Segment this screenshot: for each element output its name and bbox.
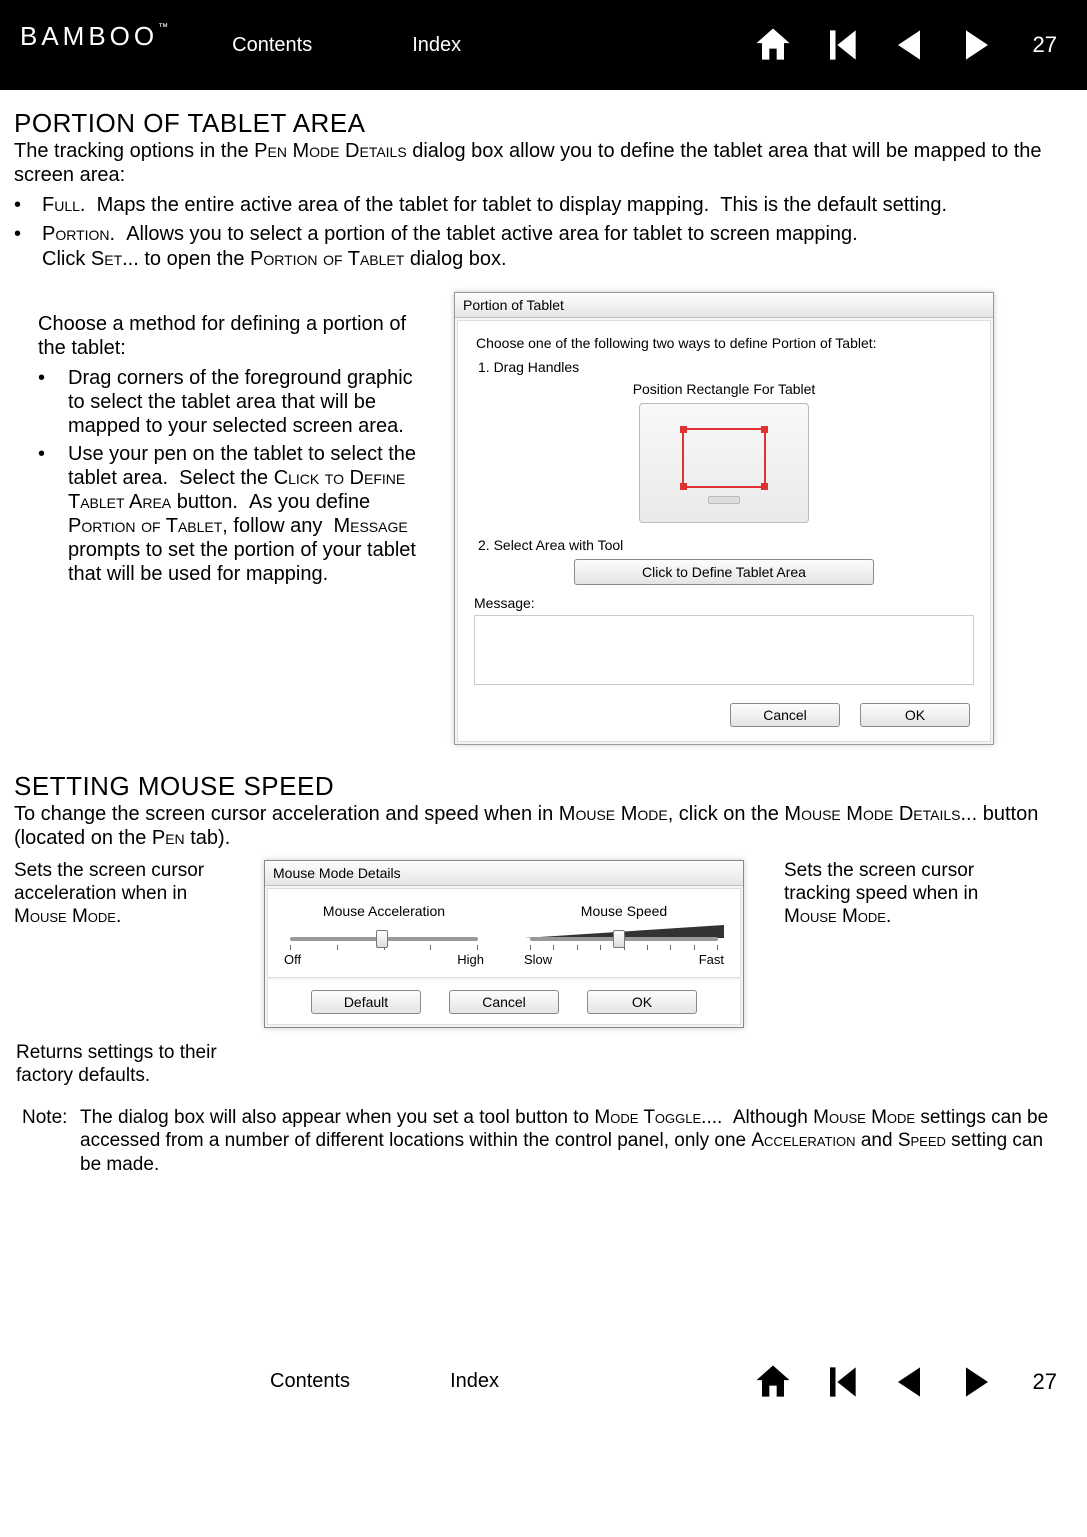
next-page-icon[interactable] [955,23,999,67]
speed-label: Mouse Speed [524,903,724,919]
logo: BAMBOO™ ONE [20,23,172,68]
accel-slider-block: Mouse Acceleration Off High [284,903,484,967]
prev-page-icon[interactable] [887,23,931,67]
dialog2-cancel-button[interactable]: Cancel [449,990,559,1014]
section2-title: SETTING MOUSE SPEED [14,771,1073,802]
drag-rectangle[interactable] [682,428,766,488]
footer-bar: Contents Index 27 [0,1337,1087,1427]
contents-link[interactable]: Contents [232,34,312,57]
nav-icons-bottom: 27 [751,1360,1057,1404]
dialog1-cancel-button[interactable]: Cancel [730,703,840,727]
default-button[interactable]: Default [311,990,421,1014]
section1-list: •Full. Maps the entire active area of th… [14,193,1073,272]
speed-min: Slow [524,952,552,967]
tablet-foot [708,496,740,504]
bullet-full: •Full. Maps the entire active area of th… [14,193,1073,218]
page-content: PORTION OF TABLET AREA The tracking opti… [0,90,1087,1217]
drag-handle-bl[interactable] [680,483,687,490]
first-page-icon[interactable] [819,23,863,67]
section2-intro: To change the screen cursor acceleration… [14,802,1073,850]
note-label: Note: [22,1106,80,1177]
default-note: Returns settings to their factory defaul… [14,1042,244,1088]
accel-label: Mouse Acceleration [284,903,484,919]
mouse-mode-dialog: Mouse Mode Details Mouse Acceleration Of… [264,860,744,1028]
bullet-portion: • Portion. Allows you to select a portio… [14,222,1073,272]
drag-handle-tl[interactable] [680,426,687,433]
dialog1-message-label: Message: [474,595,976,611]
method-drag: •Drag corners of the foreground graphic … [38,366,434,438]
dialog1-section2-label: 2. Select Area with Tool [478,537,976,553]
accel-note: Sets the screen cursor acceleration when… [14,860,244,928]
logo-tm: ™ [158,22,172,33]
index-link[interactable]: Index [412,34,461,57]
nav-links-top: Contents Index [232,34,461,57]
accel-max: High [457,952,484,967]
dialog2-ok-button[interactable]: OK [587,990,697,1014]
speed-slider-block: Mouse Speed Slow Fast [524,903,724,967]
choose-text: Choose a method for defining a portion o… [38,312,434,360]
drag-handle-br[interactable] [761,483,768,490]
next-page-icon[interactable] [955,1360,999,1404]
home-icon[interactable] [751,23,795,67]
dialog1-instr: Choose one of the following two ways to … [476,335,976,351]
dialog1-title: Portion of Tablet [455,293,993,318]
choose-method-block: Choose a method for defining a portion o… [14,292,434,745]
click-to-define-button[interactable]: Click to Define Tablet Area [574,559,874,585]
first-page-icon[interactable] [819,1360,863,1404]
dialog1-section1-label: 1. Drag Handles [478,359,976,375]
accel-thumb[interactable] [376,930,388,948]
prev-page-icon[interactable] [887,1360,931,1404]
home-icon[interactable] [751,1360,795,1404]
dialog1-position-label: Position Rectangle For Tablet [472,381,976,397]
dialog1-message-box [474,615,974,685]
speed-slider[interactable] [530,937,718,941]
accel-slider[interactable] [290,937,478,941]
logo-sub: ONE [76,52,172,68]
section1-intro: The tracking options in the Pen Mode Det… [14,139,1073,187]
index-link-bottom[interactable]: Index [450,1370,499,1393]
note-block: Note: The dialog box will also appear wh… [14,1106,1073,1177]
dialog1-ok-button[interactable]: OK [860,703,970,727]
page-number-top: 27 [1033,32,1057,58]
section1-title: PORTION OF TABLET AREA [14,108,1073,139]
contents-link-bottom[interactable]: Contents [270,1370,350,1393]
header-bar: BAMBOO™ ONE Contents Index 27 [0,0,1087,90]
nav-links-bottom: Contents Index [270,1370,499,1393]
portion-of-tablet-dialog: Portion of Tablet Choose one of the foll… [454,292,994,745]
logo-main: BAMBOO [20,21,158,51]
dialog2-title: Mouse Mode Details [265,861,743,886]
method-pen: • Use your pen on the tablet to select t… [38,442,434,586]
tablet-graphic[interactable] [639,403,809,523]
speed-thumb[interactable] [613,930,625,948]
page-number-bottom: 27 [1033,1369,1057,1395]
speed-note: Sets the screen cursor tracking speed wh… [784,860,1014,928]
drag-handle-tr[interactable] [761,426,768,433]
accel-min: Off [284,952,301,967]
speed-max: Fast [699,952,724,967]
nav-icons-top: 27 [751,23,1057,67]
